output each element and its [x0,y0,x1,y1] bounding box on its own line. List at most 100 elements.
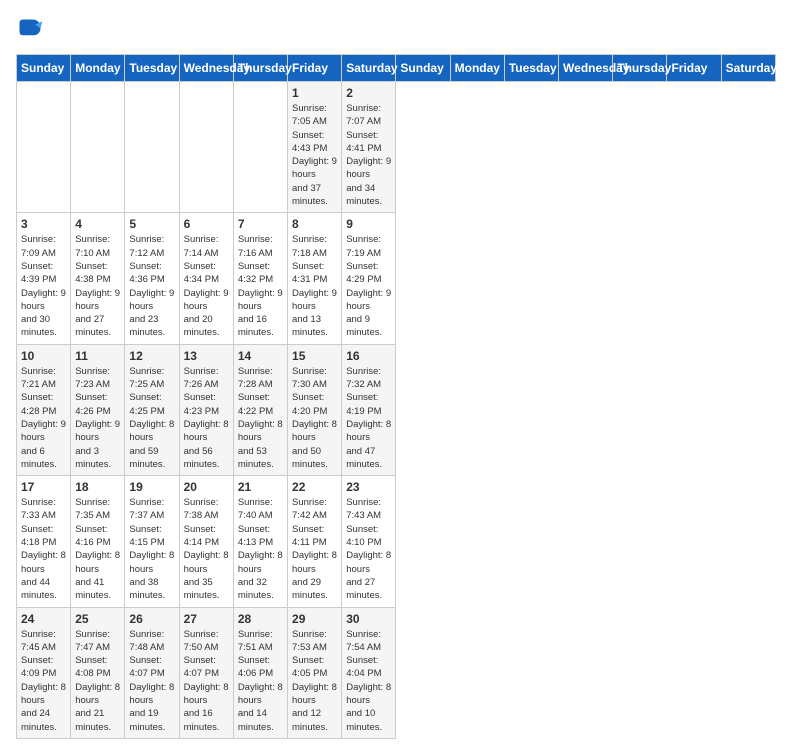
calendar-cell: 24Sunrise: 7:45 AM Sunset: 4:09 PM Dayli… [17,607,71,738]
calendar-cell: 6 Sunrise: 7:14 AM Sunset: 4:34 PM Daylig… [179,213,233,344]
calendar-cell: 21 Sunrise: 7:40 AM Sunset: 4:13 PM Dayli… [233,476,287,607]
day-number: 13 [184,349,229,363]
day-number: 20 [184,480,229,494]
day-info: Sunrise: 7:45 AM Sunset: 4:09 PM Dayligh… [21,628,66,734]
day-number: 16 [346,349,391,363]
calendar-cell [233,82,287,213]
day-number: 1 [292,86,337,100]
day-info: Sunrise: 7:10 AM Sunset: 4:38 PM Dayligh… [75,233,120,339]
column-header-friday: Friday [667,55,721,82]
column-header-monday: Monday [71,55,125,82]
calendar-cell: 1 Sunrise: 7:05 AM Sunset: 4:43 PM Daylig… [288,82,342,213]
calendar-week-5: 24Sunrise: 7:45 AM Sunset: 4:09 PM Dayli… [17,607,776,738]
day-number: 23 [346,480,391,494]
calendar-week-2: 3 Sunrise: 7:09 AM Sunset: 4:39 PM Daylig… [17,213,776,344]
day-info: Sunrise: 7:23 AM Sunset: 4:26 PM Dayligh… [75,365,120,471]
calendar-cell: 23 Sunrise: 7:43 AM Sunset: 4:10 PM Dayli… [342,476,396,607]
column-header-sunday: Sunday [396,55,450,82]
day-number: 11 [75,349,120,363]
day-info: Sunrise: 7:37 AM Sunset: 4:15 PM Dayligh… [129,496,174,602]
calendar-cell: 17Sunrise: 7:33 AM Sunset: 4:18 PM Dayli… [17,476,71,607]
day-number: 8 [292,217,337,231]
day-number: 26 [129,612,174,626]
calendar-cell: 3 Sunrise: 7:09 AM Sunset: 4:39 PM Daylig… [17,213,71,344]
day-number: 10 [21,349,66,363]
calendar-table: SundayMondayTuesdayWednesdayThursdayFrid… [16,54,776,739]
day-info: Sunrise: 7:47 AM Sunset: 4:08 PM Dayligh… [75,628,120,734]
logo [16,16,48,44]
calendar-cell: 25 Sunrise: 7:47 AM Sunset: 4:08 PM Dayli… [71,607,125,738]
calendar-cell: 15 Sunrise: 7:30 AM Sunset: 4:20 PM Dayli… [288,344,342,475]
logo-icon [16,16,44,44]
calendar-week-3: 10 Sunrise: 7:21 AM Sunset: 4:28 PM Dayli… [17,344,776,475]
day-info: Sunrise: 7:16 AM Sunset: 4:32 PM Dayligh… [238,233,283,339]
calendar-cell [179,82,233,213]
calendar-cell [125,82,179,213]
calendar-cell: 16Sunrise: 7:32 AM Sunset: 4:19 PM Dayli… [342,344,396,475]
calendar-cell: 12Sunrise: 7:25 AM Sunset: 4:25 PM Dayli… [125,344,179,475]
calendar-cell: 19 Sunrise: 7:37 AM Sunset: 4:15 PM Dayli… [125,476,179,607]
page-header [16,16,776,44]
day-info: Sunrise: 7:14 AM Sunset: 4:34 PM Dayligh… [184,233,229,339]
calendar-cell: 11 Sunrise: 7:23 AM Sunset: 4:26 PM Dayli… [71,344,125,475]
calendar-cell: 20Sunrise: 7:38 AM Sunset: 4:14 PM Dayli… [179,476,233,607]
day-number: 4 [75,217,120,231]
day-info: Sunrise: 7:54 AM Sunset: 4:04 PM Dayligh… [346,628,391,734]
column-header-saturday: Saturday [342,55,396,82]
calendar-cell [17,82,71,213]
calendar-cell: 9 Sunrise: 7:19 AM Sunset: 4:29 PM Daylig… [342,213,396,344]
calendar-cell: 2Sunrise: 7:07 AM Sunset: 4:41 PM Daylig… [342,82,396,213]
day-info: Sunrise: 7:21 AM Sunset: 4:28 PM Dayligh… [21,365,66,471]
day-info: Sunrise: 7:18 AM Sunset: 4:31 PM Dayligh… [292,233,337,339]
calendar-cell: 7 Sunrise: 7:16 AM Sunset: 4:32 PM Daylig… [233,213,287,344]
day-number: 15 [292,349,337,363]
day-info: Sunrise: 7:51 AM Sunset: 4:06 PM Dayligh… [238,628,283,734]
day-info: Sunrise: 7:05 AM Sunset: 4:43 PM Dayligh… [292,102,337,208]
calendar-cell: 30 Sunrise: 7:54 AM Sunset: 4:04 PM Dayli… [342,607,396,738]
calendar-cell [71,82,125,213]
calendar-cell: 22Sunrise: 7:42 AM Sunset: 4:11 PM Dayli… [288,476,342,607]
day-number: 3 [21,217,66,231]
column-header-wednesday: Wednesday [559,55,613,82]
calendar-header-row: SundayMondayTuesdayWednesdayThursdayFrid… [17,55,776,82]
day-info: Sunrise: 7:53 AM Sunset: 4:05 PM Dayligh… [292,628,337,734]
calendar-cell: 18Sunrise: 7:35 AM Sunset: 4:16 PM Dayli… [71,476,125,607]
day-info: Sunrise: 7:50 AM Sunset: 4:07 PM Dayligh… [184,628,229,734]
day-number: 29 [292,612,337,626]
calendar-cell: 28 Sunrise: 7:51 AM Sunset: 4:06 PM Dayli… [233,607,287,738]
calendar-cell: 26 Sunrise: 7:48 AM Sunset: 4:07 PM Dayli… [125,607,179,738]
column-header-sunday: Sunday [17,55,71,82]
column-header-friday: Friday [288,55,342,82]
day-number: 18 [75,480,120,494]
day-number: 7 [238,217,283,231]
day-number: 6 [184,217,229,231]
day-info: Sunrise: 7:28 AM Sunset: 4:22 PM Dayligh… [238,365,283,471]
day-info: Sunrise: 7:07 AM Sunset: 4:41 PM Dayligh… [346,102,391,208]
day-info: Sunrise: 7:48 AM Sunset: 4:07 PM Dayligh… [129,628,174,734]
day-number: 22 [292,480,337,494]
day-number: 21 [238,480,283,494]
day-number: 17 [21,480,66,494]
column-header-saturday: Saturday [721,55,775,82]
day-info: Sunrise: 7:25 AM Sunset: 4:25 PM Dayligh… [129,365,174,471]
calendar-cell: 8 Sunrise: 7:18 AM Sunset: 4:31 PM Daylig… [288,213,342,344]
calendar-cell: 4 Sunrise: 7:10 AM Sunset: 4:38 PM Daylig… [71,213,125,344]
calendar-week-4: 17Sunrise: 7:33 AM Sunset: 4:18 PM Dayli… [17,476,776,607]
day-info: Sunrise: 7:43 AM Sunset: 4:10 PM Dayligh… [346,496,391,602]
calendar-cell: 29 Sunrise: 7:53 AM Sunset: 4:05 PM Dayli… [288,607,342,738]
day-number: 14 [238,349,283,363]
day-info: Sunrise: 7:40 AM Sunset: 4:13 PM Dayligh… [238,496,283,602]
day-number: 25 [75,612,120,626]
day-number: 5 [129,217,174,231]
day-info: Sunrise: 7:19 AM Sunset: 4:29 PM Dayligh… [346,233,391,339]
day-number: 9 [346,217,391,231]
calendar-cell: 27Sunrise: 7:50 AM Sunset: 4:07 PM Dayli… [179,607,233,738]
day-number: 19 [129,480,174,494]
day-info: Sunrise: 7:12 AM Sunset: 4:36 PM Dayligh… [129,233,174,339]
calendar-cell: 10 Sunrise: 7:21 AM Sunset: 4:28 PM Dayli… [17,344,71,475]
day-info: Sunrise: 7:09 AM Sunset: 4:39 PM Dayligh… [21,233,66,339]
day-number: 30 [346,612,391,626]
day-info: Sunrise: 7:30 AM Sunset: 4:20 PM Dayligh… [292,365,337,471]
column-header-tuesday: Tuesday [125,55,179,82]
day-number: 28 [238,612,283,626]
